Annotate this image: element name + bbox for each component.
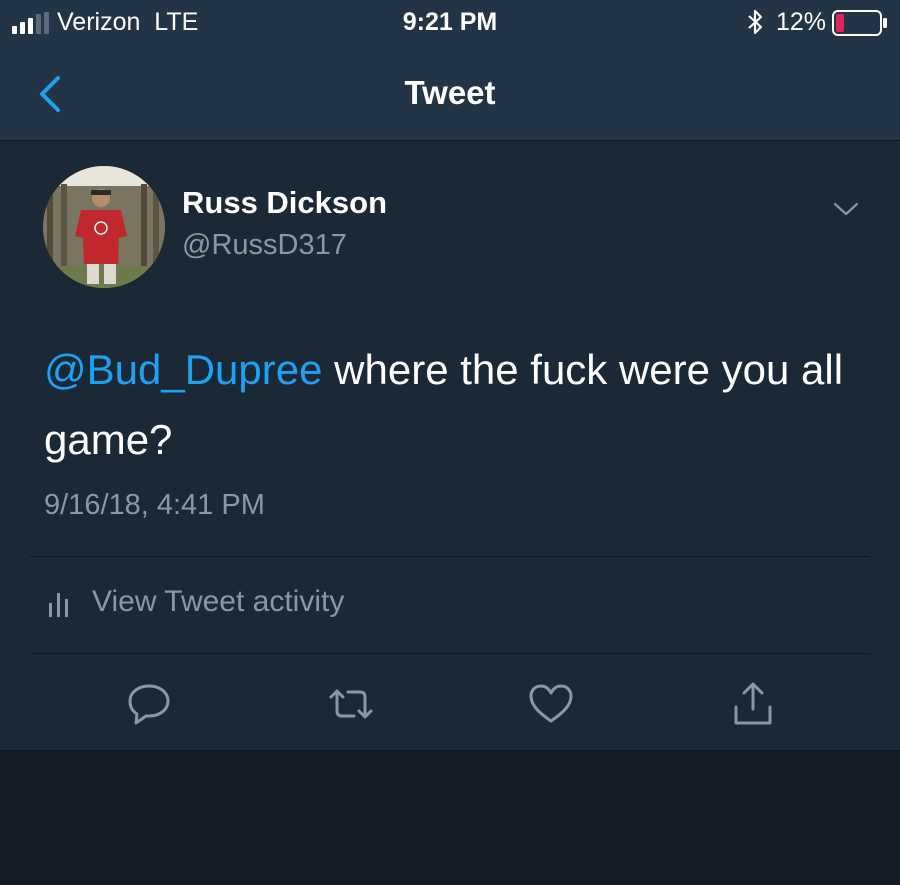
status-bar: Verizon LTE 9:21 PM 12% [0,0,900,46]
tweet-text: @Bud_Dupree where the fuck were you all … [44,335,874,475]
avatar-photo [43,166,165,288]
chevron-down-icon[interactable] [832,199,860,219]
app-header: Verizon LTE 9:21 PM 12% Tweet [0,0,900,141]
share-icon[interactable] [728,681,778,727]
avatar[interactable] [43,166,165,288]
like-icon[interactable] [526,681,576,727]
battery-icon [832,10,887,36]
page-title: Tweet [404,74,496,111]
divider [30,653,870,654]
mention-link[interactable]: @Bud_Dupree [44,346,322,393]
view-tweet-activity-button[interactable]: View Tweet activity [44,579,464,629]
author-name[interactable]: Russ Dickson [182,185,387,221]
bluetooth-icon [748,9,763,35]
tweet-timestamp: 9/16/18, 4:41 PM [44,489,265,521]
tweet-detail: Russ Dickson @RussD317 @Bud_Dupree where… [0,141,900,751]
retweet-icon[interactable] [326,681,376,727]
reply-icon[interactable] [124,681,174,727]
activity-label: View Tweet activity [92,585,345,618]
battery-percent: 12% [776,8,827,36]
author-handle[interactable]: @RussD317 [182,229,347,262]
activity-bars-icon [49,593,68,617]
nav-bar: Tweet [0,56,900,130]
empty-area [0,751,900,885]
divider [30,556,870,557]
